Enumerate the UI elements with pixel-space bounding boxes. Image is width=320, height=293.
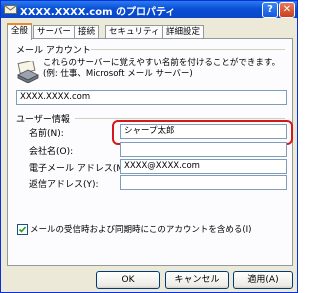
company-field[interactable] xyxy=(120,142,287,157)
reply-address-field[interactable] xyxy=(120,175,287,190)
title-bar[interactable]: XXXX.XXXX.com のプロパティ ? ✕ xyxy=(1,1,297,18)
email-label: 電子メール アドレス(M): xyxy=(29,164,131,174)
reply-address-label: 返信アドレス(Y): xyxy=(29,180,99,190)
account-name-field[interactable]: XXXX.XXXX.com xyxy=(16,90,287,105)
mail-account-divider xyxy=(91,49,285,50)
tab-advanced[interactable]: 詳細設定 xyxy=(162,25,205,38)
name-label: 名前(N): xyxy=(29,129,64,139)
mail-account-section-label: メール アカウント xyxy=(16,46,91,56)
tab-servers[interactable]: サーバー xyxy=(33,25,75,38)
mail-account-icon xyxy=(16,59,40,86)
window-title: XXXX.XXXX.com のプロパティ xyxy=(20,7,176,18)
user-info-section-label: ユーザー情報 xyxy=(16,115,70,125)
tab-security[interactable]: セキュリティ xyxy=(105,25,164,38)
tab-strip: 全般 サーバー 接続 セキュリティ 詳細設定 xyxy=(7,23,293,40)
user-info-divider xyxy=(75,118,285,119)
tab-connection[interactable]: 接続 xyxy=(74,25,100,38)
checkmark-icon xyxy=(18,226,27,233)
apply-button[interactable]: 適用(A) xyxy=(233,271,293,289)
mail-account-description: これらのサーバーに覚えやすい名前を付けることができます。(例: 仕事、Micro… xyxy=(43,58,281,79)
ok-button[interactable]: OK xyxy=(96,271,160,289)
envelope-icon xyxy=(4,3,17,15)
properties-dialog: XXXX.XXXX.com のプロパティ ? ✕ 全般 サーバー 接続 セキュリ… xyxy=(0,0,298,293)
email-field[interactable]: XXXX@XXXX.com xyxy=(120,159,287,174)
tab-general[interactable]: 全般 xyxy=(7,23,33,40)
close-button[interactable]: ✕ xyxy=(279,2,295,18)
company-label: 会社名(O): xyxy=(29,147,74,157)
include-account-label[interactable]: メールの受信時および同期時にこのアカウントを含める(I) xyxy=(30,223,251,235)
cancel-button[interactable]: キャンセル xyxy=(165,271,229,289)
help-button[interactable]: ? xyxy=(262,2,278,18)
include-account-checkbox[interactable] xyxy=(17,224,28,235)
